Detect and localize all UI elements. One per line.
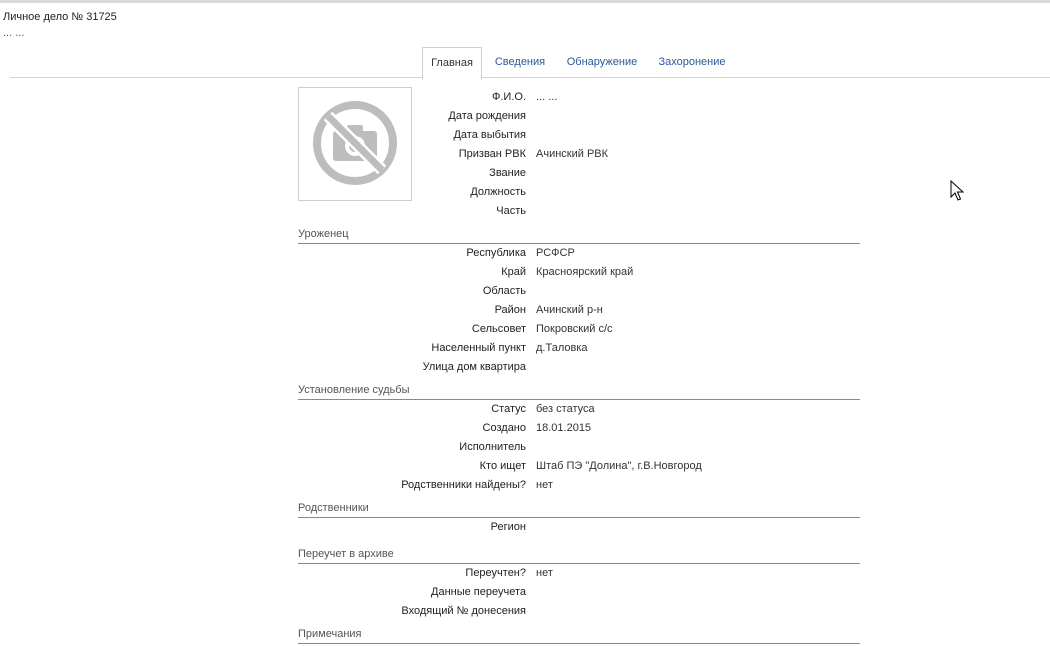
case-subtitle: ... ... — [3, 27, 25, 39]
field-created: Создано 18.01.2015 — [0, 420, 1050, 436]
field-label: Сельсовет — [471, 323, 526, 335]
section-title: Уроженец — [298, 228, 349, 240]
field-relatives-found: Родственники найдены? нет — [0, 477, 1050, 493]
field-label: Регион — [490, 521, 526, 533]
field-label: Входящий № донесения — [401, 605, 526, 617]
field-searcher: Кто ищет Штаб ПЭ "Долина", г.В.Новгород — [0, 458, 1050, 474]
section-fate: Установление судьбы — [298, 383, 860, 400]
field-krai: Край Красноярский край — [0, 264, 1050, 280]
field-report-number: Входящий № донесения — [0, 603, 1050, 619]
field-settlement: Населенный пункт д.Таловка — [0, 340, 1050, 356]
field-label: Исполнитель — [459, 441, 526, 453]
field-value: Покровский с/с — [536, 323, 613, 335]
field-drafted-by: Призван РВК Ачинский РВК — [0, 146, 1050, 162]
field-executor: Исполнитель — [0, 439, 1050, 455]
tab-main[interactable]: Главная — [422, 47, 482, 80]
field-label: Дата выбытия — [453, 129, 526, 141]
tab-discovery[interactable]: Обнаружение — [562, 47, 642, 78]
field-label: Звание — [489, 167, 526, 179]
field-oblast: Область — [0, 283, 1050, 299]
field-value: РСФСР — [536, 247, 575, 259]
field-label: Данные переучета — [431, 586, 526, 598]
field-label: Район — [494, 304, 526, 316]
case-title: Личное дело № 31725 — [3, 11, 117, 23]
field-district: Район Ачинский р-н — [0, 302, 1050, 318]
field-republic: Республика РСФСР — [0, 245, 1050, 261]
section-relatives: Родственники — [298, 501, 860, 518]
section-title: Родственники — [298, 502, 369, 514]
field-value: д.Таловка — [536, 342, 588, 354]
field-status: Статус без статуса — [0, 401, 1050, 417]
mouse-cursor-icon — [950, 180, 964, 201]
field-label: Часть — [496, 205, 526, 217]
field-recounted: Переучтен? нет — [0, 565, 1050, 581]
field-label: Родственники найдены? — [401, 479, 526, 491]
field-unit: Часть — [0, 203, 1050, 219]
field-departure-date: Дата выбытия — [0, 127, 1050, 143]
section-title: Примечания — [298, 628, 362, 640]
field-recount-data: Данные переучета — [0, 584, 1050, 600]
field-selsovet: Сельсовет Покровский с/с — [0, 321, 1050, 337]
field-label: Статус — [491, 403, 526, 415]
field-birth-date: Дата рождения — [0, 108, 1050, 124]
field-value: нет — [536, 567, 553, 579]
field-label: Улица дом квартира — [422, 361, 526, 373]
field-value: 18.01.2015 — [536, 422, 592, 434]
tab-burial[interactable]: Захоронение — [652, 47, 732, 78]
top-scroll-bar — [0, 0, 1050, 3]
section-native: Уроженец — [298, 227, 860, 244]
field-label: Населенный пункт — [431, 342, 526, 354]
field-label: Область — [482, 285, 526, 297]
field-rank: Звание — [0, 165, 1050, 181]
field-value: без статуса — [536, 403, 595, 415]
field-label: Должность — [470, 186, 526, 198]
field-region: Регион — [0, 519, 1050, 535]
field-label: Переучтен? — [465, 567, 526, 579]
field-label: Ф.И.О. — [492, 91, 526, 103]
tab-info[interactable]: Сведения — [490, 47, 550, 78]
field-value: Ачинский РВК — [536, 148, 609, 160]
field-value: Красноярский край — [536, 266, 634, 278]
section-title: Установление судьбы — [298, 384, 410, 396]
field-label: Край — [501, 266, 526, 278]
field-fio: Ф.И.О. ... ... — [0, 89, 1050, 105]
field-value: Штаб ПЭ "Долина", г.В.Новгород — [536, 460, 702, 472]
field-value: Ачинский р-н — [536, 304, 603, 316]
section-archive: Переучет в архиве — [298, 547, 860, 564]
field-label: Создано — [482, 422, 526, 434]
field-label: Дата рождения — [448, 110, 526, 122]
field-label: Республика — [466, 247, 526, 259]
field-label: Кто ищет — [479, 460, 526, 472]
section-notes: Примечания — [298, 627, 860, 644]
field-position: Должность — [0, 184, 1050, 200]
field-address: Улица дом квартира — [0, 359, 1050, 375]
field-value: ... ... — [536, 91, 558, 103]
field-value: нет — [536, 479, 553, 491]
field-label: Призван РВК — [458, 148, 526, 160]
section-title: Переучет в архиве — [298, 548, 394, 560]
